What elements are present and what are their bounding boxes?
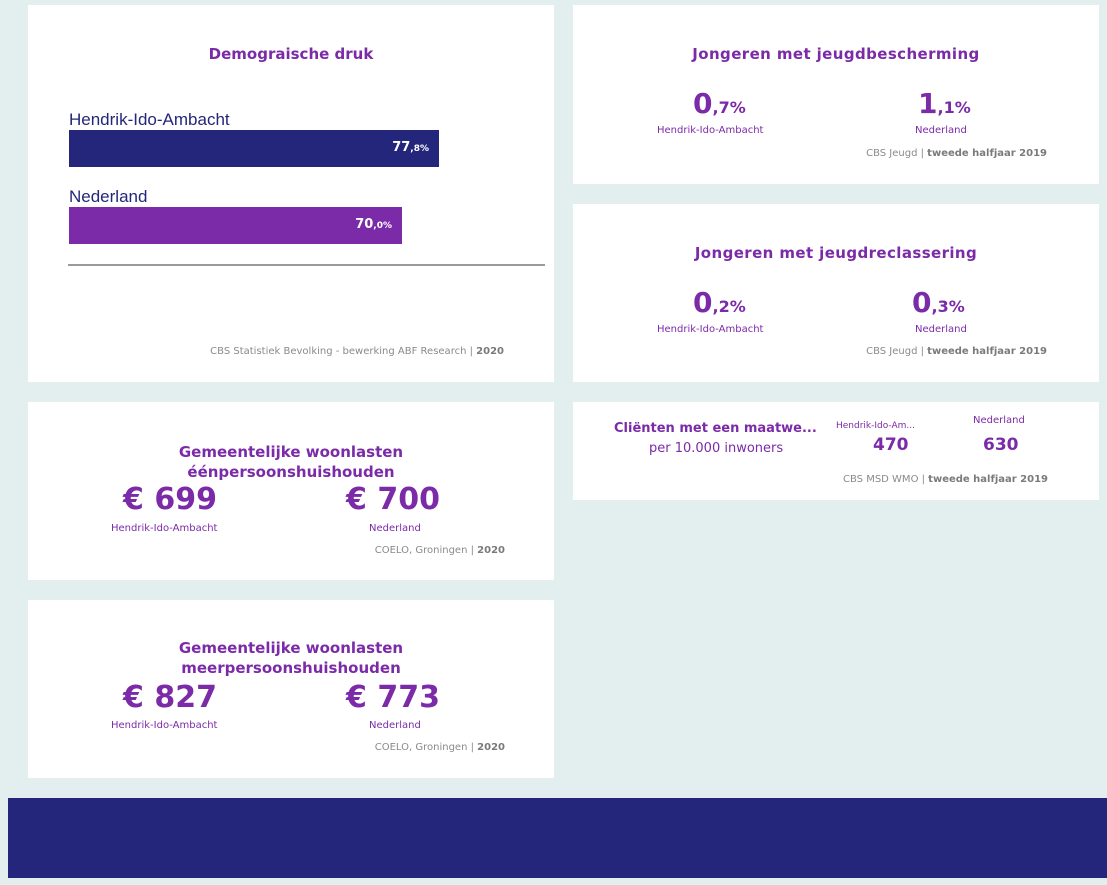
maatwerk-label-hia: Hendrik-Ido-Am... <box>836 421 915 431</box>
bar-value-label: 77,8% <box>392 140 429 155</box>
demografische-druk-card: Demograische druk Hendrik-Ido-Ambacht 77,… <box>28 5 554 382</box>
maatwerk-label-nl: Nederland <box>973 415 1025 426</box>
jeugdbescherming-value-nl: 1,1% <box>918 87 971 120</box>
jeugdreclassering-source: CBS Jeugd | tweede halfjaar 2019 <box>866 346 1047 357</box>
jeugdreclassering-card: Jongeren met jeugdreclassering 0,2% Hend… <box>573 204 1099 382</box>
maatwerk-card: Cliënten met een maatwe... per 10.000 in… <box>573 402 1099 500</box>
bar-category-label: Nederland <box>69 187 148 206</box>
bar: 77,8% <box>69 130 439 167</box>
jeugdreclassering-label-hia: Hendrik-Ido-Ambacht <box>657 324 764 335</box>
bar-value-label: 70,0% <box>355 217 392 232</box>
woonlasten-eenpersoons-label-hia: Hendrik-Ido-Ambacht <box>111 523 218 534</box>
woonlasten-meerpersoons-title-line2: meerpersoonshuishouden <box>181 659 401 677</box>
footer-band <box>8 798 1107 878</box>
maatwerk-title: Cliënten met een maatwe... <box>614 421 817 436</box>
jeugdbescherming-label-hia: Hendrik-Ido-Ambacht <box>657 125 764 136</box>
jeugdbescherming-title: Jongeren met jeugdbescherming <box>692 45 980 63</box>
jeugdreclassering-value-hia: 0,2% <box>693 286 746 319</box>
woonlasten-eenpersoons-source: COELO, Groningen | 2020 <box>374 545 505 556</box>
woonlasten-eenpersoons-value-nederland: € 700 <box>346 482 440 517</box>
jeugdbescherming-card: Jongeren met jeugdbescherming 0,7% Hendr… <box>573 5 1099 184</box>
woonlasten-meerpersoons-label-nl: Nederland <box>369 720 421 731</box>
jeugdbescherming-label-nl: Nederland <box>915 125 967 136</box>
chart-axis-line <box>68 264 545 266</box>
woonlasten-meerpersoons-title: Gemeentelijke woonlasten meerpersoonshui… <box>28 638 554 678</box>
woonlasten-eenpersoons-card: Gemeentelijke woonlasten éénpersoonshuis… <box>28 402 554 580</box>
woonlasten-meerpersoons-value-hia: € 827 <box>123 680 217 715</box>
jeugdreclassering-label-nl: Nederland <box>915 324 967 335</box>
bar-category-label: Hendrik-Ido-Ambacht <box>69 110 230 129</box>
jeugdreclassering-value-nl: 0,3% <box>912 286 965 319</box>
woonlasten-eenpersoons-title: Gemeentelijke woonlasten éénpersoonshuis… <box>28 442 554 482</box>
bar: 70,0% <box>69 207 402 244</box>
jeugdreclassering-title: Jongeren met jeugdreclassering <box>694 244 978 262</box>
demografische-druk-title: Demograische druk <box>208 45 374 63</box>
woonlasten-eenpersoons-label-nl: Nederland <box>369 523 421 534</box>
demografie-source: CBS Statistiek Bevolking - bewerking ABF… <box>210 346 504 357</box>
jeugdbescherming-source: CBS Jeugd | tweede halfjaar 2019 <box>866 148 1047 159</box>
jeugdbescherming-value-hia: 0,7% <box>693 87 746 120</box>
woonlasten-meerpersoons-label-hia: Hendrik-Ido-Ambacht <box>111 720 218 731</box>
woonlasten-eenpersoons-title-line2: éénpersoonshuishouden <box>187 463 395 481</box>
maatwerk-value-hia: 470 <box>873 435 909 455</box>
maatwerk-value-nl: 630 <box>983 435 1019 455</box>
woonlasten-meerpersoons-title-line1: Gemeentelijke woonlasten <box>178 639 404 657</box>
woonlasten-meerpersoons-value-nl: € 773 <box>346 680 440 715</box>
woonlasten-eenpersoons-value-hia: € 699 <box>123 482 217 517</box>
woonlasten-eenpersoons-title-line1: Gemeentelijke woonlasten <box>178 443 404 461</box>
maatwerk-subtitle: per 10.000 inwoners <box>649 441 784 456</box>
woonlasten-meerpersoons-source: COELO, Groningen | 2020 <box>374 742 505 753</box>
woonlasten-meerpersoons-card: Gemeentelijke woonlasten meerpersoonshui… <box>28 600 554 778</box>
maatwerk-source: CBS MSD WMO | tweede halfjaar 2019 <box>843 474 1048 485</box>
